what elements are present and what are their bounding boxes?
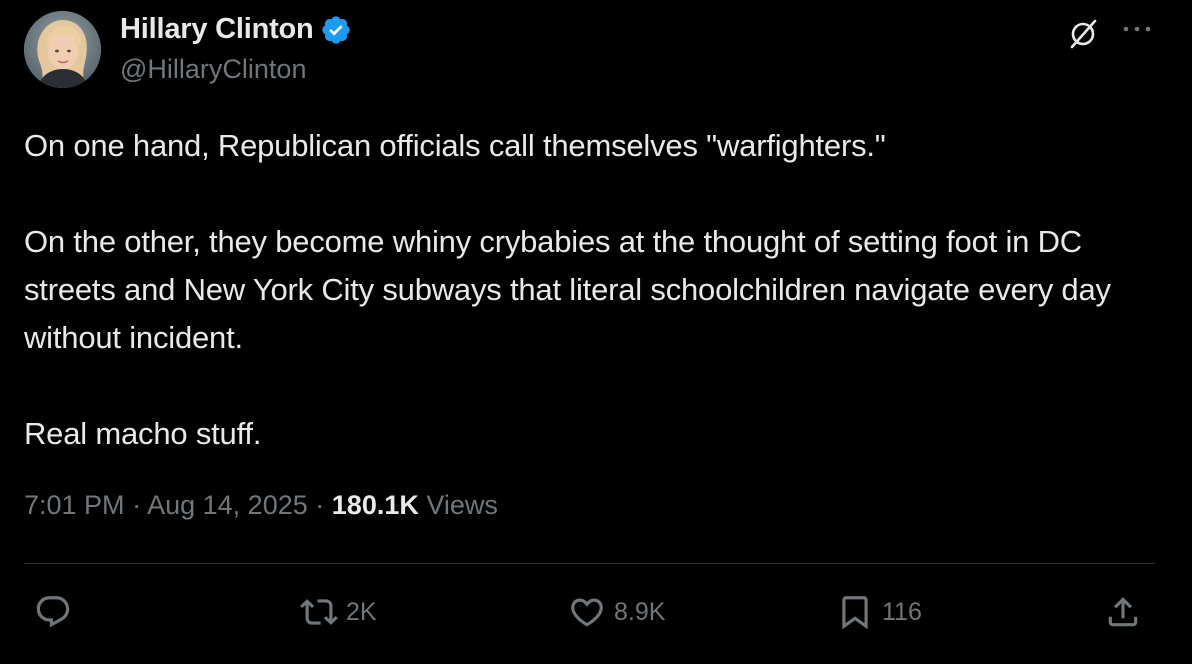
meta-separator: · (132, 490, 142, 520)
like-count: 8.9K (614, 597, 666, 626)
tweet-text: On one hand, Republican officials call t… (24, 122, 1174, 458)
views-label: Views (426, 490, 498, 520)
handle[interactable]: @HillaryClinton (120, 54, 306, 85)
bookmark-icon (842, 596, 868, 630)
avatar-image (24, 11, 101, 88)
repost-count: 2K (346, 597, 377, 626)
tweet-paragraph-2: On the other, they become whiny crybabie… (24, 224, 1111, 355)
tweet: Hillary Clinton @HillaryClinton On one h… (0, 0, 1192, 664)
tweet-time[interactable]: 7:01 PM (24, 490, 125, 520)
more-options-icon[interactable] (1120, 19, 1154, 45)
tweet-date[interactable]: Aug 14, 2025 (147, 490, 308, 520)
like-button[interactable]: 8.9K (568, 590, 665, 634)
tweet-meta: 7:01 PM · Aug 14, 2025 · 180.1K Views (24, 490, 498, 521)
tweet-paragraph-1: On one hand, Republican officials call t… (24, 128, 886, 163)
verified-badge-icon[interactable] (320, 14, 352, 46)
display-name[interactable]: Hillary Clinton (120, 13, 314, 46)
repost-button[interactable]: 2K (300, 590, 377, 634)
heart-icon (571, 598, 603, 627)
author-name-row: Hillary Clinton (120, 13, 352, 46)
tweet-paragraph-3: Real macho stuff. (24, 416, 262, 451)
avatar[interactable] (24, 11, 101, 88)
bookmark-count: 116 (882, 597, 922, 626)
bookmark-button[interactable]: 116 (836, 590, 922, 634)
meta-separator: · (315, 490, 325, 520)
repost-icon (300, 599, 338, 625)
reply-icon (36, 596, 70, 628)
divider (24, 563, 1155, 564)
share-button[interactable] (1104, 590, 1142, 634)
views-count[interactable]: 180.1K (332, 490, 419, 520)
grok-icon[interactable] (1066, 17, 1100, 51)
reply-button[interactable] (34, 590, 80, 634)
share-icon (1108, 597, 1138, 627)
